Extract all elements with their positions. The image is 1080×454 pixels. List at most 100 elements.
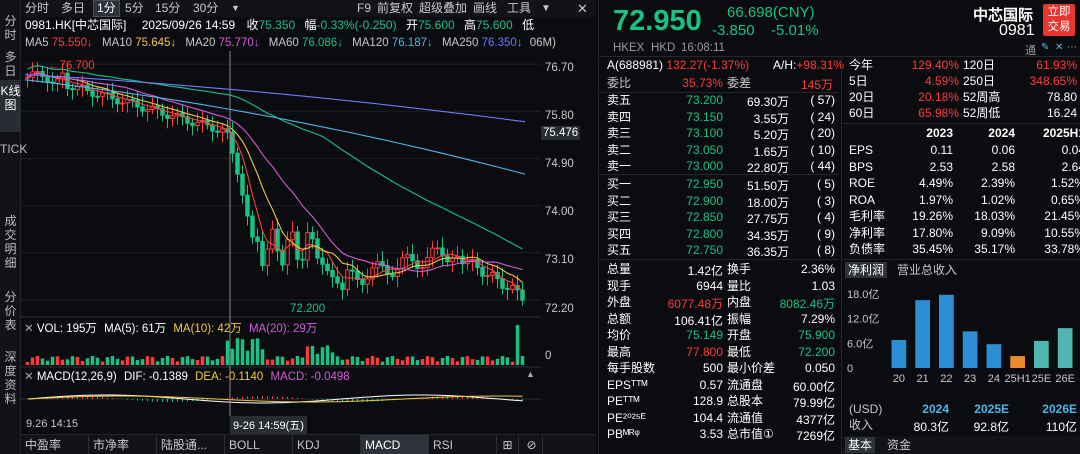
vol-ma10: MA(10): 42万 [173,323,242,335]
bids-price[interactable]: 72.750 [659,243,723,257]
tb-30min[interactable]: 30分 [193,0,218,17]
tb-5min[interactable]: 5分 [125,0,144,17]
vol-value: VOL: 195万 [36,323,97,335]
volume-bar [25,362,30,365]
profit-bar[interactable] [1034,340,1049,368]
tool-forward-adjust[interactable]: 前复权 [377,0,413,17]
tab-hk-connect[interactable]: 陆股通... [157,435,225,454]
candle-body [235,152,240,175]
bids-price[interactable]: 72.950 [659,177,723,191]
macd-legend: ✕ MACD(12,26,9) DIF: -0.1389 DEA: -0.114… [24,369,350,383]
fin-value: 2.64 [1061,159,1080,174]
stat-value: 0.050 [804,361,835,375]
profit-bar[interactable] [1057,328,1073,368]
tab-revenue[interactable]: 营业总收入 [897,262,957,278]
share-icon[interactable]: ✕ [1055,42,1063,53]
stat-value: 500 [702,361,723,375]
stat-label: 均价 [607,328,632,342]
tab-macd[interactable]: MACD [361,435,429,454]
tab-basic[interactable]: 基本 [845,437,876,453]
stat-value: 60.00亿 [792,379,835,394]
tb-1min[interactable]: 1分 [93,0,120,17]
tab-capital[interactable]: 资金 [887,437,911,453]
profit-bar[interactable] [915,300,930,368]
volume-bar [30,357,35,365]
tb-intraday[interactable]: 分时 [25,0,49,17]
stat-label: 振幅 [727,311,752,326]
vtab-kline[interactable]: K线图 [0,80,21,132]
asks-price[interactable]: 73.050 [659,143,723,157]
profit-bar[interactable] [1010,356,1025,368]
tool-tools[interactable]: 工具 [507,0,531,17]
candle-body [240,173,245,196]
vtab-tick[interactable]: TICK [0,142,27,202]
vtab-multiday[interactable]: 多日 [0,50,21,78]
tool-draw-line[interactable]: 画线 [473,0,497,17]
stat-value: 0.57 [699,377,723,392]
volume-bar [125,356,130,365]
bids-price[interactable]: 72.900 [659,194,723,208]
asks-price[interactable]: 73.100 [659,126,723,140]
chevron-up-icon[interactable]: ▲ [526,369,535,379]
tb-multiday[interactable]: 多日 [61,0,85,17]
left-vertical-tabs: 分时 多日 K线图 TICK 成交明细 分价表 深度资料 [0,0,27,454]
candle-body [345,269,350,290]
tab-pb[interactable]: 市净率 [89,435,157,454]
stat-value: 77.800 [686,344,723,359]
bids-price[interactable]: 72.850 [659,210,723,224]
tab-boll[interactable]: BOLL [225,435,293,454]
kline-chart[interactable] [21,51,541,416]
ma10-value: 75.645↓ [135,37,177,49]
tab-kdj[interactable]: KDJ [293,435,361,454]
vtab-price-table[interactable]: 分价表 [0,290,21,338]
stat-value: 1.03 [811,278,835,293]
chevron-down-icon[interactable]: ▼ [231,0,240,17]
ma5-value: 75.550↓ [51,37,93,49]
close-value: 75.350 [258,18,296,32]
candle-body [255,236,260,242]
profit-bar[interactable] [986,344,1002,368]
bids-count: ( 5) [817,177,835,191]
profit-bar[interactable] [939,294,954,368]
stat-label: 流通值 [727,410,764,425]
trade-now-button[interactable]: 立即交易 [1043,4,1075,36]
settings-icon[interactable]: ✕ [24,323,34,335]
profit-bar[interactable] [962,331,978,368]
tab-pe[interactable]: 中盈率 [21,435,89,454]
perf-label: 20日 [849,90,875,104]
tb-15min[interactable]: 15分 [155,0,180,17]
asks-price[interactable]: 73.000 [659,159,723,173]
tab-net-profit[interactable]: 净利润 [845,262,888,278]
volume-bar [270,359,275,365]
chevron-down-icon[interactable]: ▼ [541,0,551,17]
more-icon[interactable]: ⋯ [1067,42,1077,53]
link-icon[interactable]: ✎ [1041,42,1049,53]
vtab-depth-data[interactable]: 深度资料 [0,350,21,414]
stat-label: 最低 [727,344,752,359]
tab-rsi[interactable]: RSI [429,435,497,454]
tool-f9[interactable]: F9 [357,0,371,17]
asks-price[interactable]: 73.150 [659,110,723,124]
profit-bar[interactable] [891,340,907,368]
volume-bar [240,339,245,365]
close-icon[interactable]: ✕ [577,0,588,17]
asks-volume: 1.65万 [753,144,789,159]
tool-super-overlay[interactable]: 超级叠加 [419,0,467,17]
volume-bar [420,359,425,365]
profit-xtick: 25E [1032,373,1052,385]
add-icon[interactable]: ⊞ [497,435,519,454]
bids-price[interactable]: 72.800 [659,227,723,241]
asks-price[interactable]: 73.200 [659,93,723,107]
vtab-trade-detail[interactable]: 成交明细 [0,214,21,278]
stat-label: PBᴹᴿᵠ [607,427,640,441]
candle-body [145,108,150,112]
candle-body [250,215,255,238]
volume-bar [350,356,355,365]
help-icon[interactable]: ⊘ [521,435,543,454]
stat-label: 总市值① [727,427,774,441]
settings-icon[interactable]: ✕ [24,371,34,383]
vtab-intraday[interactable]: 分时 [0,14,21,42]
volume-bar [70,356,75,365]
volume-bar [355,356,360,365]
volume-bar [315,353,320,365]
